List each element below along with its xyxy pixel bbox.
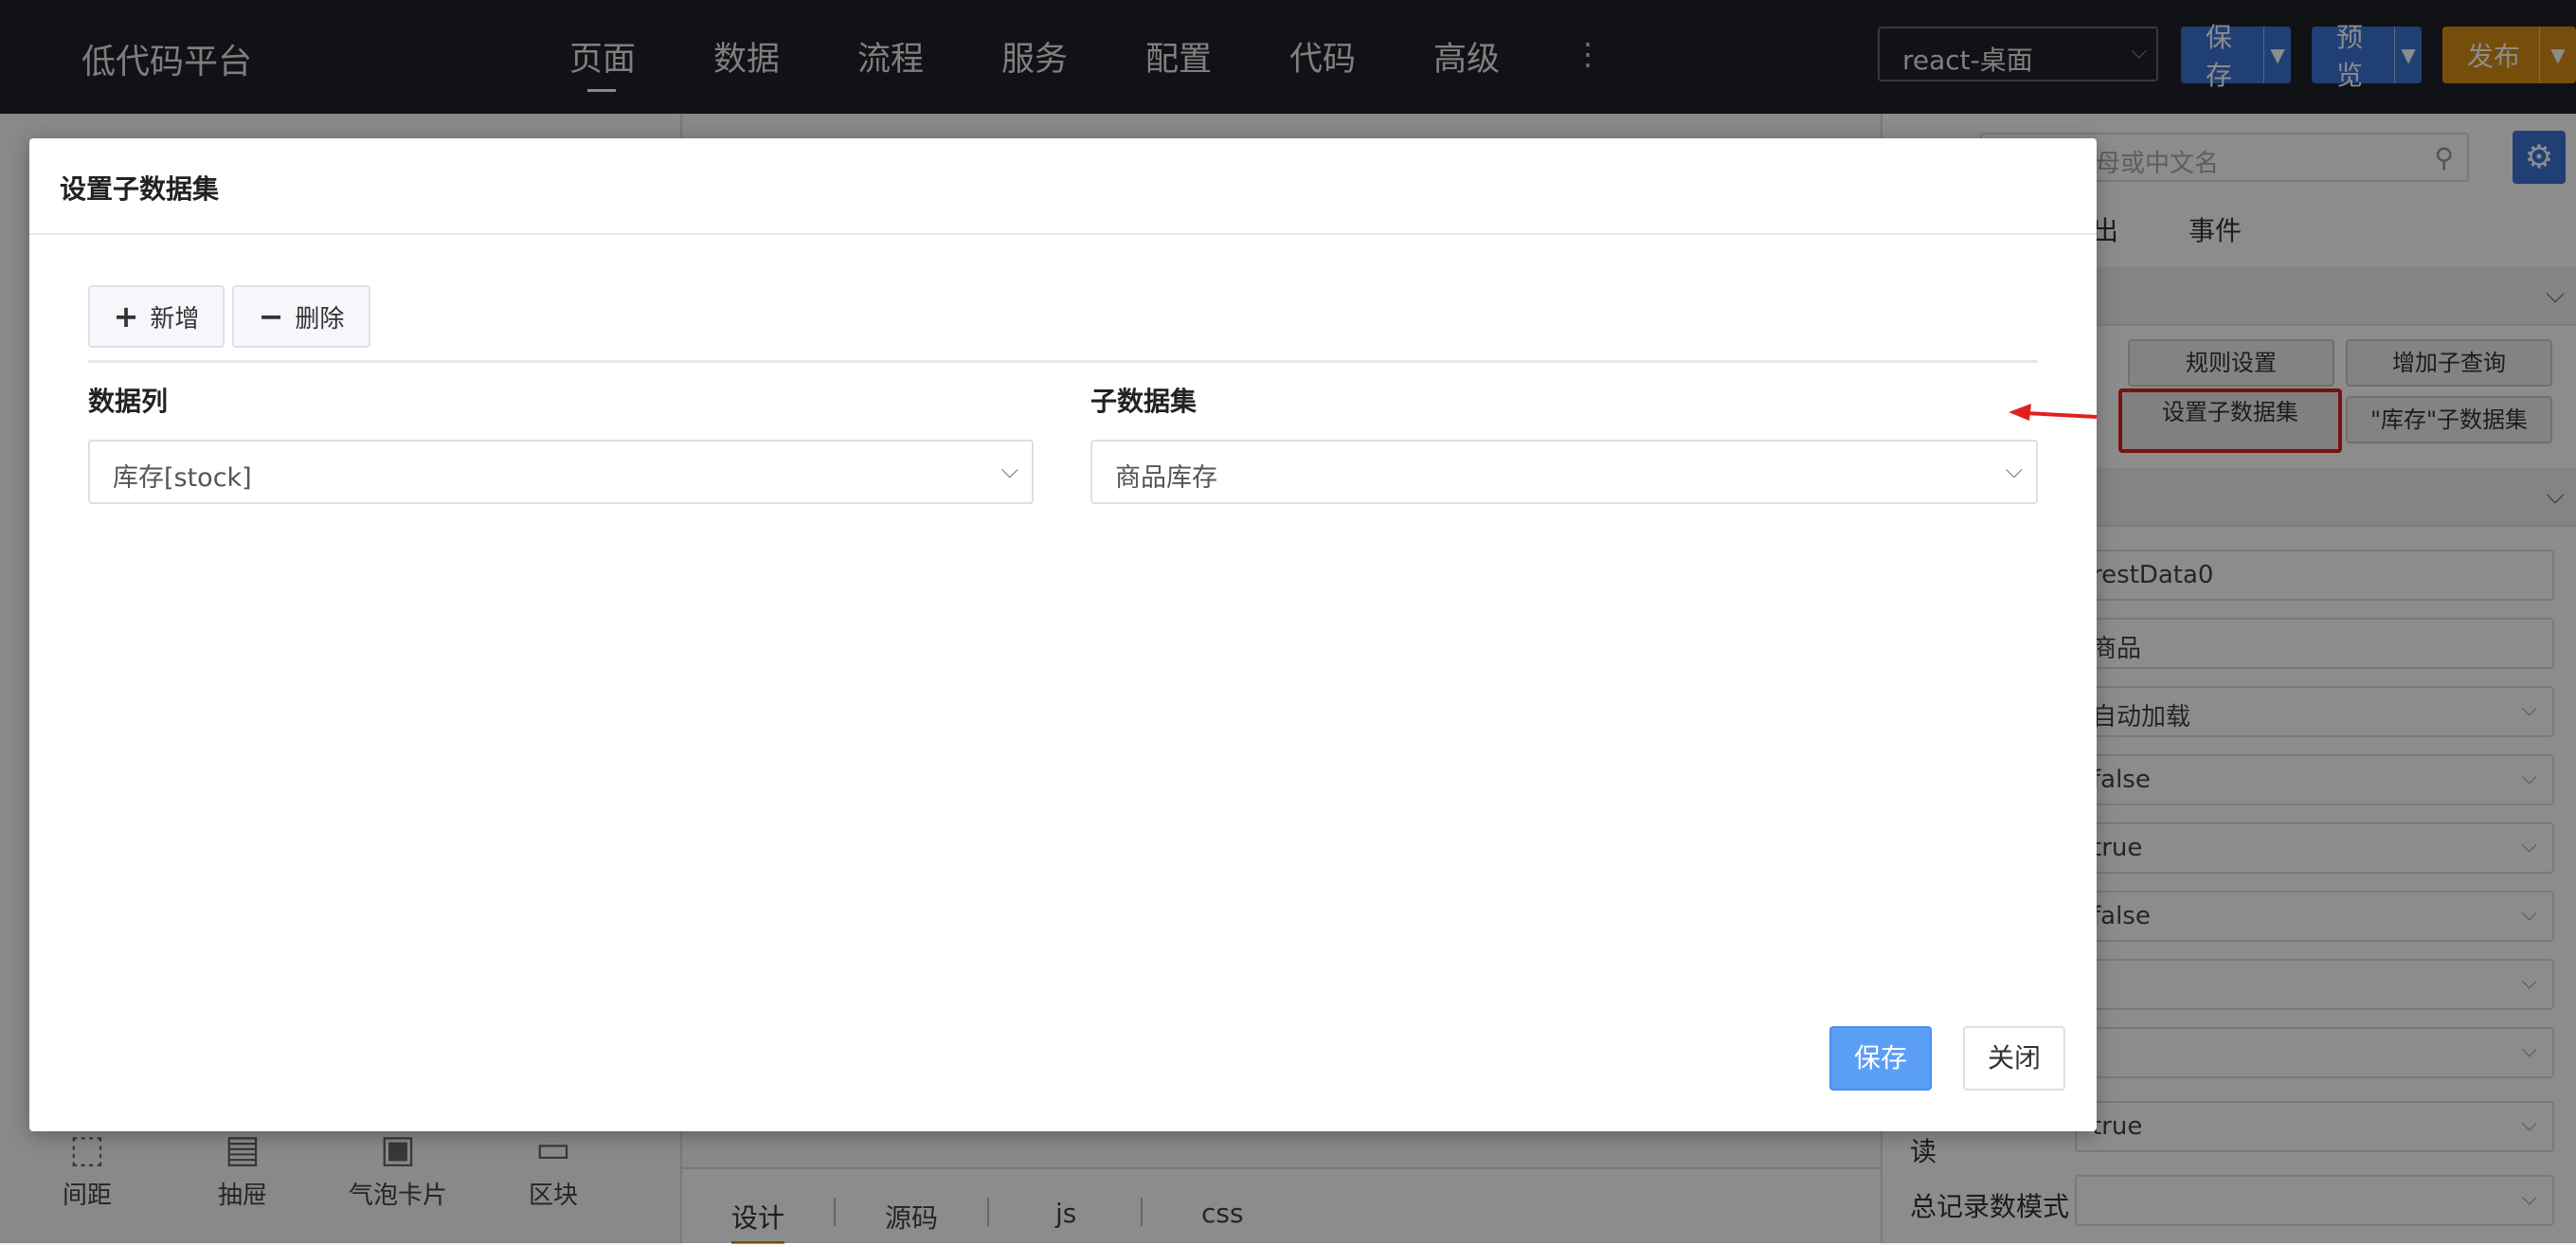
add-row-button[interactable]: + 新增 [88, 285, 225, 348]
annotation-arrow-icon [2009, 404, 2098, 421]
set-sub-dataset-dialog: 设置子数据集 + 新增 − 删除 数据列 子数据集 库存[stock] ⌵ 商品… [29, 138, 2097, 1131]
column-header-sub-dataset: 子数据集 [1090, 386, 1198, 417]
column-header-data-column: 数据列 [88, 386, 169, 417]
dialog-save-button[interactable]: 保存 [1829, 1026, 1932, 1091]
chevron-down-icon: ⌵ [1000, 457, 1018, 483]
table-divider [88, 360, 2038, 363]
sub-dataset-select-value: 商品库存 [1115, 463, 1217, 493]
add-row-label: 新增 [150, 304, 200, 334]
plus-icon: + [113, 298, 139, 334]
data-column-select-value: 库存[stock] [113, 463, 252, 493]
dialog-close-button[interactable]: 关闭 [1963, 1026, 2065, 1091]
data-column-select[interactable]: 库存[stock] ⌵ [88, 440, 1034, 504]
delete-row-label: 删除 [295, 304, 345, 334]
delete-row-button[interactable]: − 删除 [232, 285, 370, 348]
dialog-divider [29, 233, 2097, 235]
sub-dataset-select[interactable]: 商品库存 ⌵ [1090, 440, 2038, 504]
dialog-title: 设置子数据集 [60, 173, 220, 205]
minus-icon: − [258, 298, 284, 334]
chevron-down-icon: ⌵ [2005, 457, 2023, 483]
